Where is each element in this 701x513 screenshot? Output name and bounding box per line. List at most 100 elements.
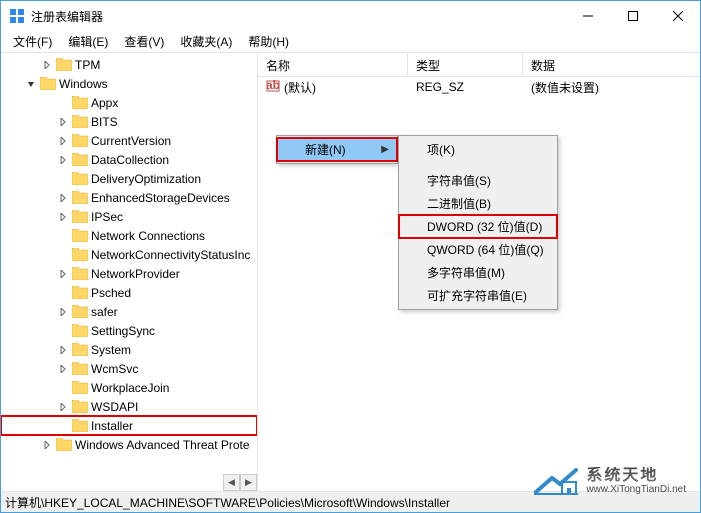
tree-node-label: WcmSvc [91, 362, 138, 376]
cell-name: ab (默认) [258, 77, 408, 98]
chevron-right-icon[interactable] [57, 306, 69, 318]
tree-node-windows[interactable]: Windows [1, 74, 257, 93]
folder-icon [72, 191, 88, 204]
chevron-right-icon[interactable] [41, 59, 53, 71]
col-header-name[interactable]: 名称 [258, 53, 408, 76]
tree-node-label: safer [91, 305, 118, 319]
menu-item-binary-label: 二进制值(B) [427, 195, 491, 212]
close-button[interactable] [655, 1, 700, 31]
content-area: TPM Windows Appx BITS CurrentVersion DataColl… [1, 53, 700, 491]
tree-node-label: Appx [91, 96, 118, 110]
tree-node-tpm[interactable]: TPM [1, 55, 257, 74]
tree-node-label: IPSec [91, 210, 123, 224]
menu-item-new-label: 新建(N) [305, 141, 346, 158]
scroll-right-button[interactable]: ▶ [240, 474, 257, 491]
tree-node-bits[interactable]: BITS [1, 112, 257, 131]
tree-node-installer[interactable]: Installer [1, 416, 257, 435]
folder-icon [72, 172, 88, 185]
tree-node-label: NetworkConnectivityStatusInc [91, 248, 250, 262]
window-title: 注册表编辑器 [31, 8, 565, 25]
menu-favorites[interactable]: 收藏夹(A) [172, 30, 240, 53]
menu-view[interactable]: 查看(V) [116, 30, 172, 53]
folder-icon [72, 343, 88, 356]
tree-node-settingsync[interactable]: SettingSync [1, 321, 257, 340]
string-value-icon: ab [266, 79, 280, 96]
tree-node-deliveryoptimization[interactable]: DeliveryOptimization [1, 169, 257, 188]
tree-node-currentversion[interactable]: CurrentVersion [1, 131, 257, 150]
app-icon [9, 8, 25, 24]
tree-node-networkprovider[interactable]: NetworkProvider [1, 264, 257, 283]
watermark-icon [532, 464, 580, 498]
tree-node-label: EnhancedStorageDevices [91, 191, 230, 205]
menu-edit[interactable]: 编辑(E) [60, 30, 116, 53]
menu-item-new[interactable]: 新建(N) ▶ [277, 138, 397, 161]
chevron-down-icon[interactable] [25, 78, 37, 90]
tree-node-wsdapi[interactable]: WSDAPI [1, 397, 257, 416]
tree-node-label: Installer [91, 419, 133, 433]
folder-icon [72, 248, 88, 261]
scroll-left-button[interactable]: ◀ [223, 474, 240, 491]
chevron-right-icon[interactable] [57, 363, 69, 375]
chevron-right-icon[interactable] [57, 135, 69, 147]
tree-node-label: TPM [75, 58, 100, 72]
list-row[interactable]: ab (默认) REG_SZ (数值未设置) [258, 77, 700, 97]
menu-item-dword-label: DWORD (32 位)值(D) [427, 218, 542, 235]
context-menu-secondary: 项(K) 字符串值(S) 二进制值(B) DWORD (32 位)值(D) QW… [398, 135, 558, 310]
tree-node-psched[interactable]: Psched [1, 283, 257, 302]
chevron-right-icon[interactable] [57, 116, 69, 128]
menu-item-binary[interactable]: 二进制值(B) [399, 192, 557, 215]
tree-node-wcmsvc[interactable]: WcmSvc [1, 359, 257, 378]
chevron-right-icon[interactable] [57, 401, 69, 413]
tree-node-appx[interactable]: Appx [1, 93, 257, 112]
tree-node-ipsec[interactable]: IPSec [1, 207, 257, 226]
chevron-right-icon[interactable] [41, 439, 53, 451]
col-header-type[interactable]: 类型 [408, 53, 523, 76]
menu-item-dword[interactable]: DWORD (32 位)值(D) [399, 215, 557, 238]
menu-item-multi-label: 多字符串值(M) [427, 264, 505, 281]
list-pane[interactable]: 名称 类型 数据 ab (默认) REG_SZ (数值未设置) 新建(N) ▶ [258, 53, 700, 491]
tree-node-networkconnectivitystatusinc[interactable]: NetworkConnectivityStatusInc [1, 245, 257, 264]
tree-node-workplacejoin[interactable]: WorkplaceJoin [1, 378, 257, 397]
folder-icon [72, 134, 88, 147]
watermark-en: www.XiTongTianDi.net [586, 484, 686, 495]
tree-node-label: Network Connections [91, 229, 205, 243]
folder-icon [72, 362, 88, 375]
menu-help[interactable]: 帮助(H) [240, 30, 297, 53]
tree-node-windows-advanced-threat-prote[interactable]: Windows Advanced Threat Prote [1, 435, 257, 454]
context-menu-primary: 新建(N) ▶ [276, 135, 398, 164]
tree-node-system[interactable]: System [1, 340, 257, 359]
tree-pane[interactable]: TPM Windows Appx BITS CurrentVersion DataColl… [1, 53, 258, 491]
tree-node-label: DataCollection [91, 153, 169, 167]
folder-icon [56, 58, 72, 71]
chevron-right-icon[interactable] [57, 154, 69, 166]
tree-node-label: NetworkProvider [91, 267, 180, 281]
menu-item-key[interactable]: 项(K) [399, 138, 557, 161]
folder-icon [72, 153, 88, 166]
window-controls [565, 1, 700, 31]
minimize-button[interactable] [565, 1, 610, 31]
chevron-right-icon[interactable] [57, 211, 69, 223]
menu-item-string[interactable]: 字符串值(S) [399, 169, 557, 192]
menu-file[interactable]: 文件(F) [5, 30, 60, 53]
chevron-right-icon[interactable] [57, 344, 69, 356]
statusbar-path: 计算机\HKEY_LOCAL_MACHINE\SOFTWARE\Policies… [5, 494, 450, 511]
tree-node-network-connections[interactable]: Network Connections [1, 226, 257, 245]
menu-item-multi[interactable]: 多字符串值(M) [399, 261, 557, 284]
col-header-data[interactable]: 数据 [523, 53, 700, 76]
menu-item-qword[interactable]: QWORD (64 位)值(Q) [399, 238, 557, 261]
chevron-right-icon[interactable] [57, 192, 69, 204]
watermark: 系统天地 www.XiTongTianDi.net [532, 464, 686, 498]
folder-icon [72, 267, 88, 280]
cell-name-text: (默认) [284, 79, 316, 96]
tree-node-label: WorkplaceJoin [91, 381, 169, 395]
tree-node-datacollection[interactable]: DataCollection [1, 150, 257, 169]
tree-node-enhancedstoragedevices[interactable]: EnhancedStorageDevices [1, 188, 257, 207]
tree-node-label: CurrentVersion [91, 134, 171, 148]
tree-node-safer[interactable]: safer [1, 302, 257, 321]
menu-item-expand-label: 可扩充字符串值(E) [427, 287, 527, 304]
menu-item-expand[interactable]: 可扩充字符串值(E) [399, 284, 557, 307]
submenu-arrow-icon: ▶ [381, 144, 389, 155]
tree-node-label: Windows [59, 77, 108, 91]
chevron-right-icon[interactable] [57, 268, 69, 280]
maximize-button[interactable] [610, 1, 655, 31]
